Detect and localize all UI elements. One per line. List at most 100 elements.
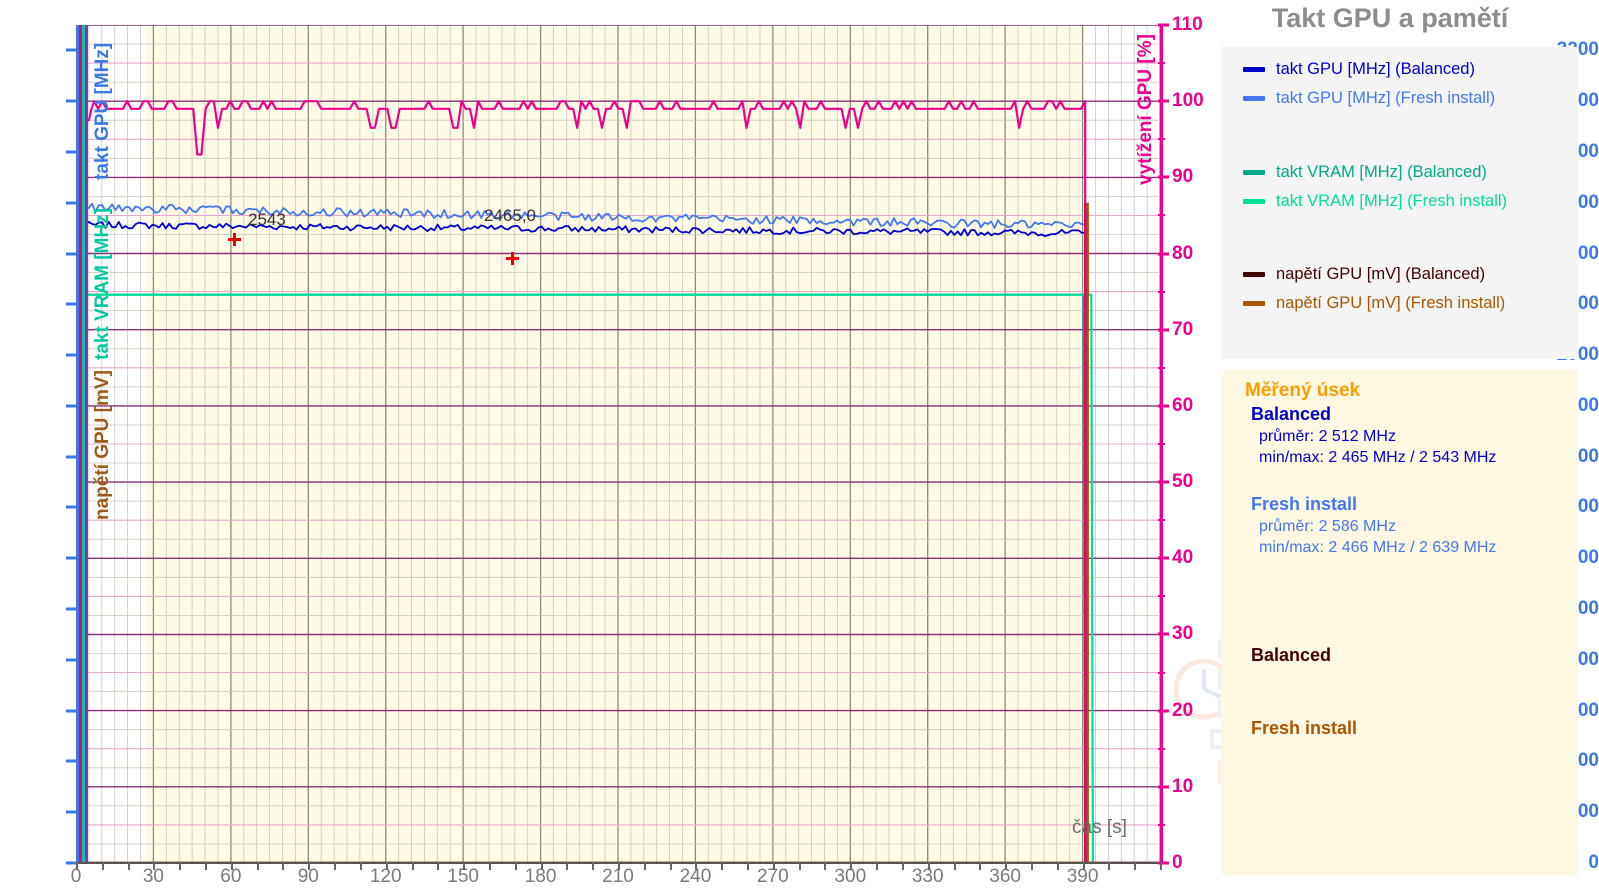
- x-axis-tick-mark: [334, 862, 336, 870]
- stats-group-name: Balanced: [1251, 404, 1331, 425]
- y-axis-right-minor-tick: [1158, 748, 1165, 750]
- x-axis-tick-mark: [773, 862, 775, 870]
- x-axis-tick-mark: [1057, 862, 1059, 870]
- stats-group-line: min/max: 2 466 MHz / 2 639 MHz: [1259, 539, 1496, 557]
- legend-panel: takt GPU [MHz] (Balanced) takt GPU [MHz] …: [1221, 47, 1578, 359]
- y-axis-left-tick-mark: [66, 354, 76, 357]
- y-axis-right-minor-tick: [1158, 62, 1165, 64]
- chart-root: 2543 2465,0 3200300028002600240022002000…: [0, 0, 1599, 896]
- y-axis-right-minor-tick: [1158, 443, 1165, 445]
- y-axis-left-tick-mark: [66, 557, 76, 560]
- y-axis-left-tick-mark: [66, 811, 76, 814]
- x-axis-tick-mark: [179, 862, 181, 870]
- stats-group-line: průměr: 2 512 MHz: [1259, 428, 1396, 446]
- annotation-marker-max: [228, 233, 241, 246]
- x-axis-tick-mark: [1031, 862, 1033, 870]
- stats-heading: Měřený úsek: [1245, 380, 1360, 402]
- x-axis-tick-mark: [954, 862, 956, 870]
- y-axis-right-tick-mark: [1158, 252, 1169, 255]
- y-axis-left-tick-mark: [66, 506, 76, 509]
- x-axis-tick-mark: [386, 862, 388, 870]
- stats-panel: Měřený úsek Balanced průměr: 2 512 MHz min…: [1221, 370, 1578, 875]
- legend-item[interactable]: takt VRAM [MHz] (Fresh install): [1243, 192, 1507, 211]
- y-axis-right-minor-tick: [1158, 138, 1165, 140]
- legend-item[interactable]: napětí GPU [mV] (Balanced): [1243, 265, 1485, 284]
- legend-item-label: napětí GPU [mV] (Fresh install): [1276, 294, 1505, 313]
- legend-item-label: takt GPU [MHz] (Balanced): [1276, 60, 1475, 79]
- y-axis-left-tick-mark: [66, 150, 76, 153]
- axis-title-vram-clock: takt VRAM [MHz]: [92, 208, 114, 360]
- x-axis-tick-mark: [592, 862, 594, 870]
- y-axis-left-tick-mark: [66, 760, 76, 763]
- legend-item-label: takt VRAM [MHz] (Fresh install): [1276, 192, 1507, 211]
- legend-item[interactable]: takt GPU [MHz] (Fresh install): [1243, 89, 1495, 108]
- x-axis-tick-mark: [695, 862, 697, 870]
- x-axis-tick-mark: [360, 862, 362, 870]
- y-axis-right-minor-tick: [1158, 519, 1165, 521]
- x-axis-tick-mark: [644, 862, 646, 870]
- stats-group-line: průměr: 2 586 MHz: [1259, 518, 1396, 536]
- annotation-label-max: 2543: [248, 210, 286, 230]
- y-axis-right-tick-mark: [1158, 709, 1169, 712]
- y-axis-right-tick-mark: [1158, 633, 1169, 636]
- stats-footer-name: Balanced: [1251, 645, 1331, 666]
- y-axis-left-tick-mark: [66, 862, 76, 865]
- x-axis-tick-mark: [257, 862, 259, 870]
- x-axis-tick-mark: [1134, 862, 1136, 870]
- annotation-label-min: 2465,0: [484, 206, 536, 226]
- y-axis-left-tick-mark: [66, 252, 76, 255]
- y-axis-right-tick-mark: [1158, 481, 1169, 484]
- axis-title-gpu-voltage: napětí GPU [mV]: [92, 370, 114, 520]
- legend-color-swatch: [1243, 96, 1265, 101]
- x-axis-tick-mark: [799, 862, 801, 870]
- y-axis-right-tick-mark: [1158, 404, 1169, 407]
- chart-title: Takt GPU a pamětí: [1185, 3, 1595, 34]
- y-axis-left-tick-mark: [66, 100, 76, 103]
- x-axis-tick-mark: [1005, 862, 1007, 870]
- legend-item[interactable]: takt GPU [MHz] (Balanced): [1243, 60, 1475, 79]
- y-axis-left-tick-mark: [66, 201, 76, 204]
- y-axis-right-tick-mark: [1158, 785, 1169, 788]
- x-axis-tick-mark: [979, 862, 981, 870]
- legend-color-swatch: [1243, 272, 1265, 277]
- x-axis-tick-mark: [670, 862, 672, 870]
- y-axis-right-tick-mark: [1158, 557, 1169, 560]
- x-axis-tick-mark: [231, 862, 233, 870]
- stats-group-name: Fresh install: [1251, 494, 1357, 515]
- y-axis-right-tick-mark: [1158, 176, 1169, 179]
- annotation-marker-min: [506, 252, 519, 265]
- legend-item-label: takt VRAM [MHz] (Balanced): [1276, 163, 1487, 182]
- x-axis-tick-mark: [282, 862, 284, 870]
- legend-color-swatch: [1243, 199, 1265, 204]
- x-axis-tick-mark: [1083, 862, 1085, 870]
- x-axis-tick-mark: [1108, 862, 1110, 870]
- y-axis-left-tick-mark: [66, 658, 76, 661]
- y-axis-right-tick-mark: [1158, 24, 1169, 27]
- x-axis-tick-mark: [205, 862, 207, 870]
- legend-item-label: takt GPU [MHz] (Fresh install): [1276, 89, 1495, 108]
- stats-footer-name: Fresh install: [1251, 718, 1357, 739]
- y-axis-left-tick-mark: [66, 709, 76, 712]
- series-lines: [76, 25, 1160, 863]
- y-axis-right-minor-tick: [1158, 291, 1165, 293]
- x-axis-tick-mark: [876, 862, 878, 870]
- x-axis-tick-mark: [128, 862, 130, 870]
- x-axis-tick-mark: [566, 862, 568, 870]
- axis-title-gpu-clock: takt GPU [MHz]: [92, 43, 114, 180]
- x-axis-tick-mark: [437, 862, 439, 870]
- axis-title-time: čas [s]: [1072, 817, 1127, 839]
- x-axis-tick-mark: [102, 862, 104, 870]
- plot-area: 2543 2465,0: [76, 25, 1160, 863]
- x-axis-tick-mark: [902, 862, 904, 870]
- x-axis-tick-mark: [928, 862, 930, 870]
- legend-color-swatch: [1243, 301, 1265, 306]
- y-axis-left-tick-mark: [66, 608, 76, 611]
- legend-color-swatch: [1243, 67, 1265, 72]
- x-axis-tick-mark: [747, 862, 749, 870]
- y-axis-left-tick-mark: [66, 49, 76, 52]
- x-axis-tick-mark: [850, 862, 852, 870]
- x-axis-tick-mark: [463, 862, 465, 870]
- y-axis-right-minor-tick: [1158, 824, 1165, 826]
- legend-item[interactable]: takt VRAM [MHz] (Balanced): [1243, 163, 1487, 182]
- legend-item[interactable]: napětí GPU [mV] (Fresh install): [1243, 294, 1505, 313]
